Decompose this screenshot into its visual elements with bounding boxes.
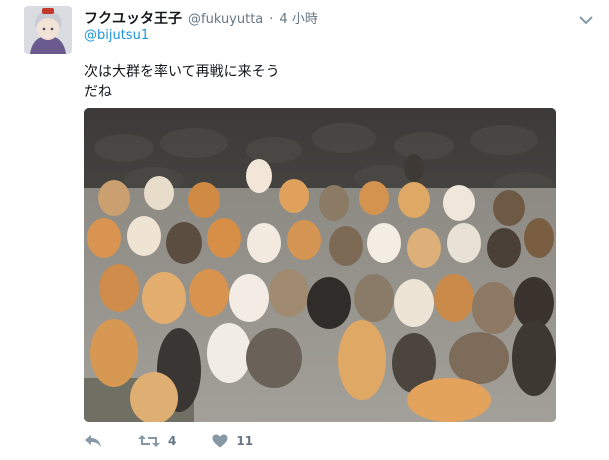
reply-button[interactable] xyxy=(84,434,102,448)
reply-icon xyxy=(84,434,102,448)
media-photo[interactable] xyxy=(84,108,556,422)
retweet-button[interactable]: 4 xyxy=(138,434,176,448)
like-button[interactable]: 11 xyxy=(212,434,253,448)
avatar[interactable] xyxy=(24,6,72,54)
display-name[interactable]: フクユッタ王子 xyxy=(84,8,182,28)
tweet-text-line-2: だね xyxy=(84,84,112,100)
tweet-text: 次は大群を率いて再戦に来そう だね xyxy=(84,62,280,102)
chevron-down-icon[interactable] xyxy=(579,10,593,25)
heart-icon xyxy=(212,434,228,448)
cats-photo xyxy=(84,108,556,422)
tweet-header: フクユッタ王子 @fukuyutta · 4 小時 xyxy=(84,8,318,28)
tweet-actions: 4 11 xyxy=(84,434,289,448)
timestamp[interactable]: 4 小時 xyxy=(279,8,317,27)
avatar-image xyxy=(24,6,72,54)
user-handle[interactable]: @fukuyutta xyxy=(188,12,263,27)
retweet-icon xyxy=(138,434,160,448)
like-count: 11 xyxy=(236,434,254,448)
reply-mention[interactable]: @bijutsu1 xyxy=(84,28,149,43)
separator-dot: · xyxy=(269,12,274,27)
tweet-text-line-1: 次は大群を率いて再戦に来そう xyxy=(84,64,280,80)
retweet-count: 4 xyxy=(168,434,177,448)
